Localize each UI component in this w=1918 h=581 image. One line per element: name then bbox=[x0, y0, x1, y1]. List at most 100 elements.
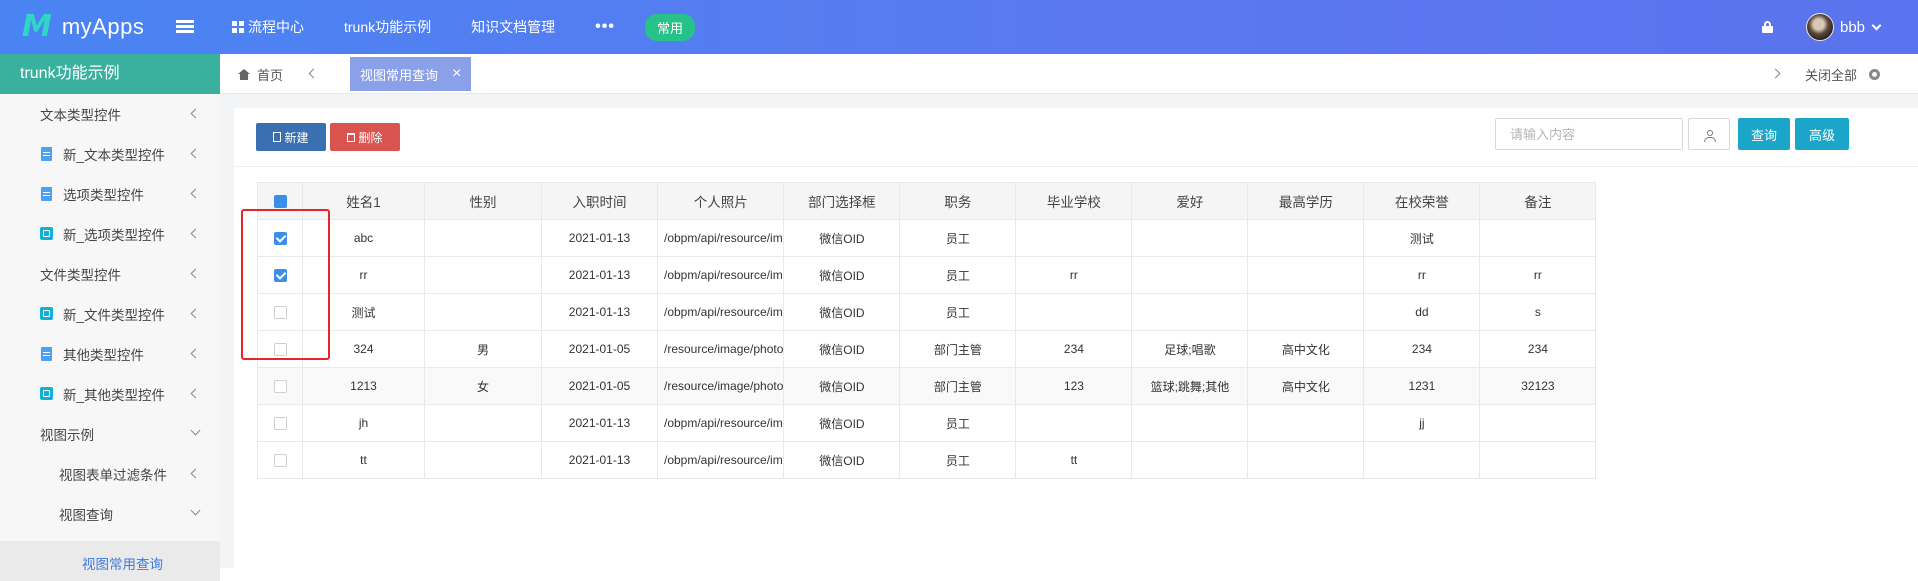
tab-prev-icon[interactable] bbox=[308, 68, 319, 79]
row-select-cell[interactable] bbox=[257, 330, 303, 368]
table-cell: 微信OID bbox=[783, 367, 901, 405]
delete-button[interactable]: 删除 bbox=[330, 123, 400, 151]
table-cell: 员工 bbox=[899, 441, 1017, 479]
table-cell: 2021-01-13 bbox=[541, 293, 658, 331]
tab-view-common-query[interactable]: 视图常用查询 × bbox=[350, 57, 472, 91]
avatar bbox=[1806, 13, 1834, 41]
user-filter-button[interactable] bbox=[1688, 118, 1730, 150]
column-header[interactable]: 爱好 bbox=[1131, 182, 1249, 220]
table-cell: tt bbox=[1015, 441, 1133, 479]
row-checkbox[interactable] bbox=[273, 269, 287, 283]
favorites-pill[interactable]: 常用 bbox=[644, 13, 695, 41]
tab-label: 视图常用查询 bbox=[360, 67, 439, 83]
app-logo[interactable]: M myApps bbox=[22, 12, 144, 42]
table-cell: rr bbox=[302, 256, 425, 294]
sidebar-item-new-text-controls[interactable]: 新_文本类型控件 bbox=[0, 134, 220, 174]
new-button-label: 新建 bbox=[284, 130, 309, 145]
row-checkbox[interactable] bbox=[273, 380, 287, 394]
column-header[interactable]: 最高学历 bbox=[1247, 182, 1365, 220]
table-cell: 员工 bbox=[899, 293, 1017, 331]
sidebar-item-label: 视图示例 bbox=[40, 428, 94, 443]
more-icon[interactable]: ••• bbox=[595, 18, 615, 36]
tab-next-icon[interactable] bbox=[1770, 68, 1781, 79]
sidebar: 文本类型控件 新_文本类型控件 选项类型控件 新_选项类型控件 文件类型控件 新… bbox=[0, 94, 220, 581]
column-header[interactable]: 职务 bbox=[899, 182, 1017, 220]
tab-bar: 首页 视图常用查询 × 关闭全部 bbox=[220, 54, 1918, 94]
row-select-cell[interactable] bbox=[257, 441, 303, 479]
sidebar-item-other-controls[interactable]: 其他类型控件 bbox=[0, 334, 220, 374]
table-row[interactable]: tt 2021-01-13/obpm/api/resource/im 微信OID 员工… bbox=[257, 441, 1597, 479]
table-cell: 员工 bbox=[899, 219, 1017, 257]
sidebar-item-label: 文件类型控件 bbox=[40, 268, 121, 283]
row-checkbox[interactable] bbox=[273, 232, 287, 246]
select-all-checkbox[interactable] bbox=[273, 195, 287, 209]
sidebar-item-option-controls[interactable]: 选项类型控件 bbox=[0, 174, 220, 214]
sidebar-item-view-query[interactable]: 视图查询 bbox=[0, 494, 220, 534]
sidebar-item-new-other-controls[interactable]: 新_其他类型控件 bbox=[0, 374, 220, 414]
chevron-left-icon bbox=[190, 188, 201, 199]
column-header[interactable]: 在校荣誉 bbox=[1363, 182, 1481, 220]
row-checkbox[interactable] bbox=[273, 454, 287, 468]
tab-home[interactable]: 首页 bbox=[238, 54, 283, 94]
column-header[interactable]: 毕业学校 bbox=[1015, 182, 1133, 220]
search-input[interactable] bbox=[1495, 118, 1683, 150]
sidebar-item-new-option-controls[interactable]: 新_选项类型控件 bbox=[0, 214, 220, 254]
table-row[interactable]: 324 男 2021-01-05/resource/image/photo 微信OID… bbox=[257, 330, 1597, 368]
chevron-left-icon bbox=[190, 388, 201, 399]
nav-item-process-center[interactable]: 流程中心 bbox=[232, 17, 304, 37]
query-button[interactable]: 查询 bbox=[1738, 118, 1790, 150]
column-header[interactable]: 备注 bbox=[1479, 182, 1597, 220]
advanced-button[interactable]: 高级 bbox=[1795, 118, 1849, 150]
sidebar-item-new-file-controls[interactable]: 新_文件类型控件 bbox=[0, 294, 220, 334]
table-row[interactable]: abc 2021-01-13/obpm/api/resource/im 微信OID 员… bbox=[257, 219, 1597, 257]
table-row[interactable]: 测试 2021-01-13/obpm/api/resource/im 微信OID 员工… bbox=[257, 293, 1597, 331]
row-select-cell[interactable] bbox=[257, 293, 303, 331]
user-menu[interactable]: bbb bbox=[1806, 13, 1882, 41]
table-cell bbox=[1131, 256, 1249, 294]
nav-item-knowledge-docs[interactable]: 知识文档管理 bbox=[471, 17, 555, 37]
row-checkbox[interactable] bbox=[273, 417, 287, 431]
table-cell: /obpm/api/resource/im bbox=[656, 404, 785, 442]
row-select-cell[interactable] bbox=[257, 219, 303, 257]
table-cell: rr bbox=[1479, 256, 1597, 294]
sidebar-item-label: 新_选项类型控件 bbox=[63, 228, 166, 243]
table-row[interactable]: 1213 女 2021-01-05/resource/image/photo 微信OI… bbox=[257, 367, 1597, 405]
user-icon bbox=[1707, 130, 1713, 136]
close-all-button[interactable]: 关闭全部 bbox=[1805, 54, 1881, 94]
sidebar-item-view-common-query[interactable]: 视图常用查询 bbox=[0, 541, 220, 581]
table-cell bbox=[424, 219, 542, 257]
select-all-cell[interactable] bbox=[257, 182, 303, 220]
table-cell: /obpm/api/resource/im bbox=[656, 219, 785, 257]
column-header[interactable]: 个人照片 bbox=[656, 182, 785, 220]
table-cell: 324 bbox=[302, 330, 425, 368]
sidebar-item-view-examples[interactable]: 视图示例 bbox=[0, 414, 220, 454]
gear-icon[interactable] bbox=[1869, 68, 1881, 80]
column-header[interactable]: 入职时间 bbox=[541, 182, 658, 220]
table-cell bbox=[1247, 293, 1365, 331]
table-row[interactable]: jh 2021-01-13/obpm/api/resource/im 微信OID 员工… bbox=[257, 404, 1597, 442]
menu-toggle-icon[interactable] bbox=[176, 20, 194, 34]
column-header[interactable]: 性别 bbox=[424, 182, 542, 220]
column-header[interactable]: 姓名1 bbox=[302, 182, 425, 220]
column-header[interactable]: 部门选择框 bbox=[783, 182, 901, 220]
sidebar-item-view-form-filter[interactable]: 视图表单过滤条件 bbox=[0, 454, 220, 494]
table-cell: 2021-01-13 bbox=[541, 404, 658, 442]
row-checkbox[interactable] bbox=[273, 306, 287, 320]
row-select-cell[interactable] bbox=[257, 256, 303, 294]
lock-icon[interactable] bbox=[1762, 21, 1773, 33]
nav-item-label: trunk功能示例 bbox=[344, 19, 432, 35]
table-cell bbox=[1247, 404, 1365, 442]
close-icon[interactable]: × bbox=[452, 65, 461, 83]
divider bbox=[234, 166, 1918, 167]
row-select-cell[interactable] bbox=[257, 367, 303, 405]
table-row[interactable]: rr 2021-01-13/obpm/api/resource/im 微信OID 员工… bbox=[257, 256, 1597, 294]
row-select-cell[interactable] bbox=[257, 404, 303, 442]
nav-item-trunk-demo[interactable]: trunk功能示例 bbox=[344, 17, 431, 37]
sidebar-item-file-controls[interactable]: 文件类型控件 bbox=[0, 254, 220, 294]
new-button[interactable]: 新建 bbox=[256, 123, 326, 151]
sidebar-item-text-controls[interactable]: 文本类型控件 bbox=[0, 94, 220, 134]
row-checkbox[interactable] bbox=[273, 343, 287, 357]
document-icon bbox=[41, 147, 52, 161]
sidebar-title: trunk功能示例 bbox=[0, 54, 220, 94]
table-cell: /obpm/api/resource/im bbox=[656, 441, 785, 479]
